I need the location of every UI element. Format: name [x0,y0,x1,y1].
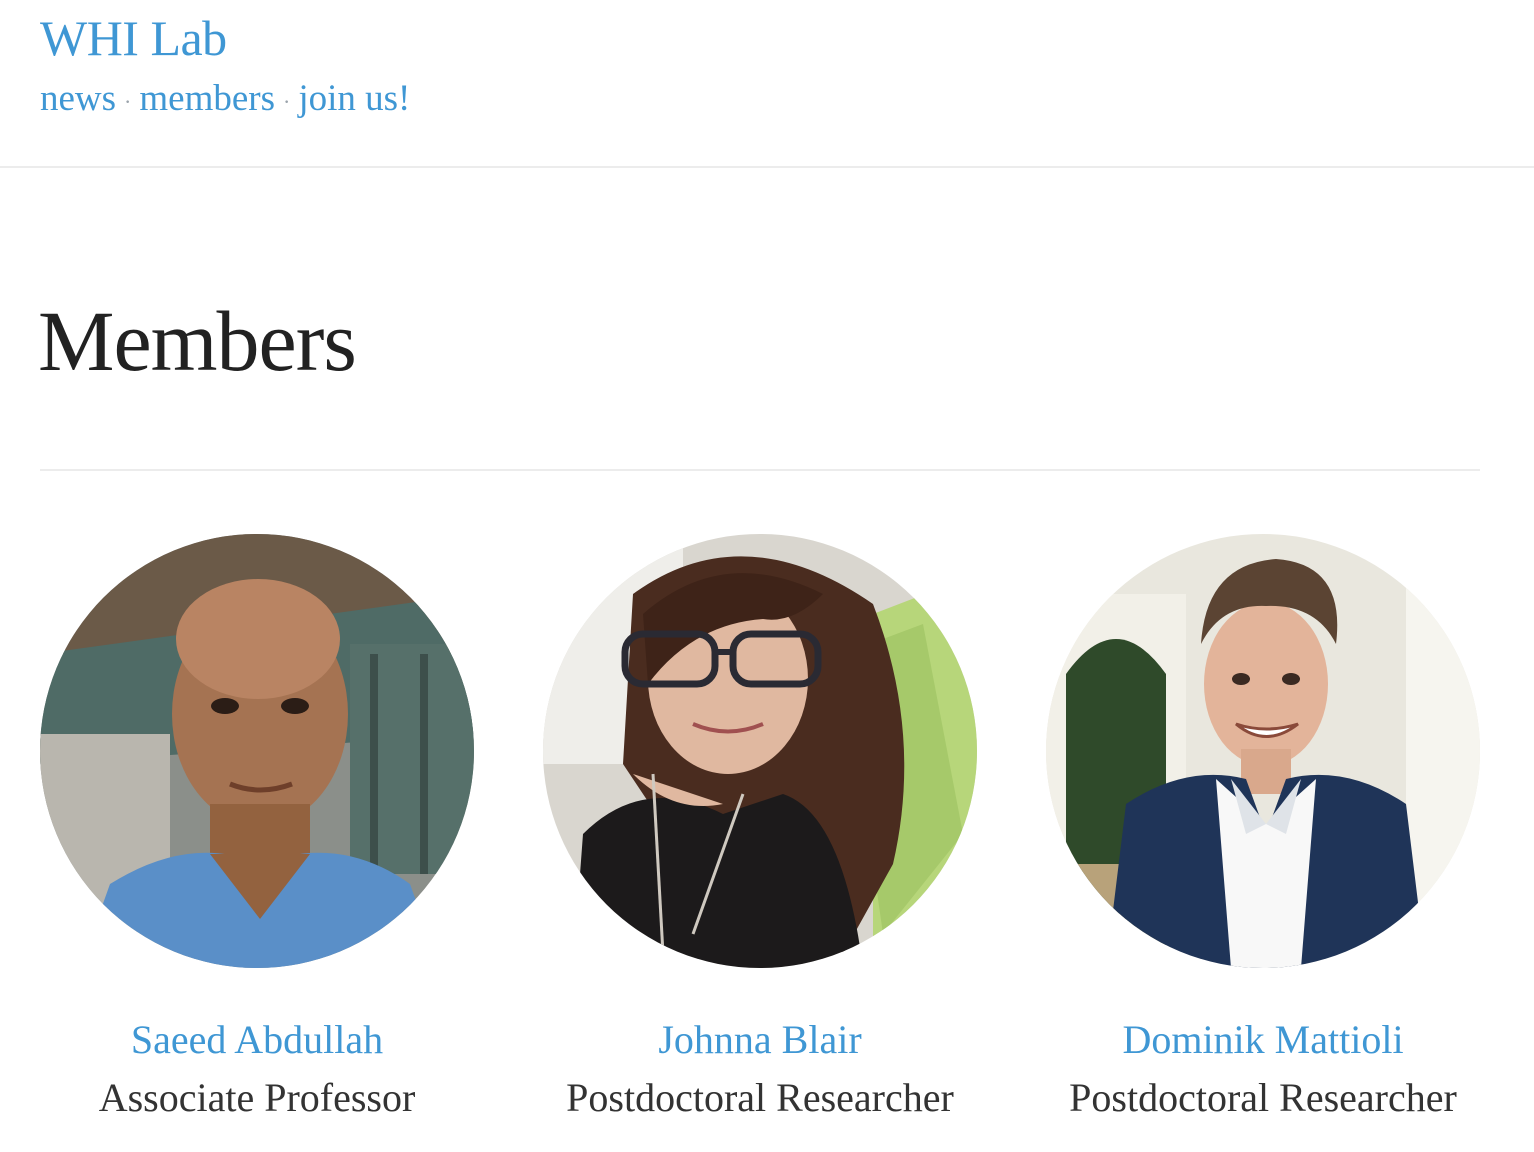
member-card-saeed-abdullah: Saeed Abdullah Associate Professor [40,534,474,1124]
member-photo-portrait [40,534,474,968]
nav-members-link[interactable]: members [139,78,275,119]
member-photo-portrait [543,534,977,968]
site-header: WHI Lab news · members · join us! [0,0,1534,168]
nav-separator: · [283,88,291,114]
member-name-link[interactable]: Johnna Blair [543,1014,977,1066]
nav-join-us-link[interactable]: join us! [298,78,410,119]
member-card-dominik-mattioli: Dominik Mattioli Postdoctoral Researcher [1046,534,1480,1124]
member-name-link[interactable]: Dominik Mattioli [1046,1014,1480,1066]
member-role: Postdoctoral Researcher [1069,1075,1457,1120]
member-name-link[interactable]: Saeed Abdullah [40,1014,474,1066]
nav-news-link[interactable]: news [40,78,116,119]
page-title: Members [38,293,357,389]
member-photo[interactable] [1046,534,1480,968]
member-photo-portrait [1046,534,1480,968]
member-role: Associate Professor [98,1075,416,1120]
member-photo[interactable] [40,534,474,968]
section-divider [40,469,1480,471]
member-photo[interactable] [543,534,977,968]
member-card-johnna-blair: Johnna Blair Postdoctoral Researcher [543,534,977,1124]
main-nav: news · members · join us! [40,74,410,127]
nav-separator: · [124,88,132,114]
site-title-link[interactable]: WHI Lab [40,8,227,68]
member-role: Postdoctoral Researcher [566,1075,954,1120]
